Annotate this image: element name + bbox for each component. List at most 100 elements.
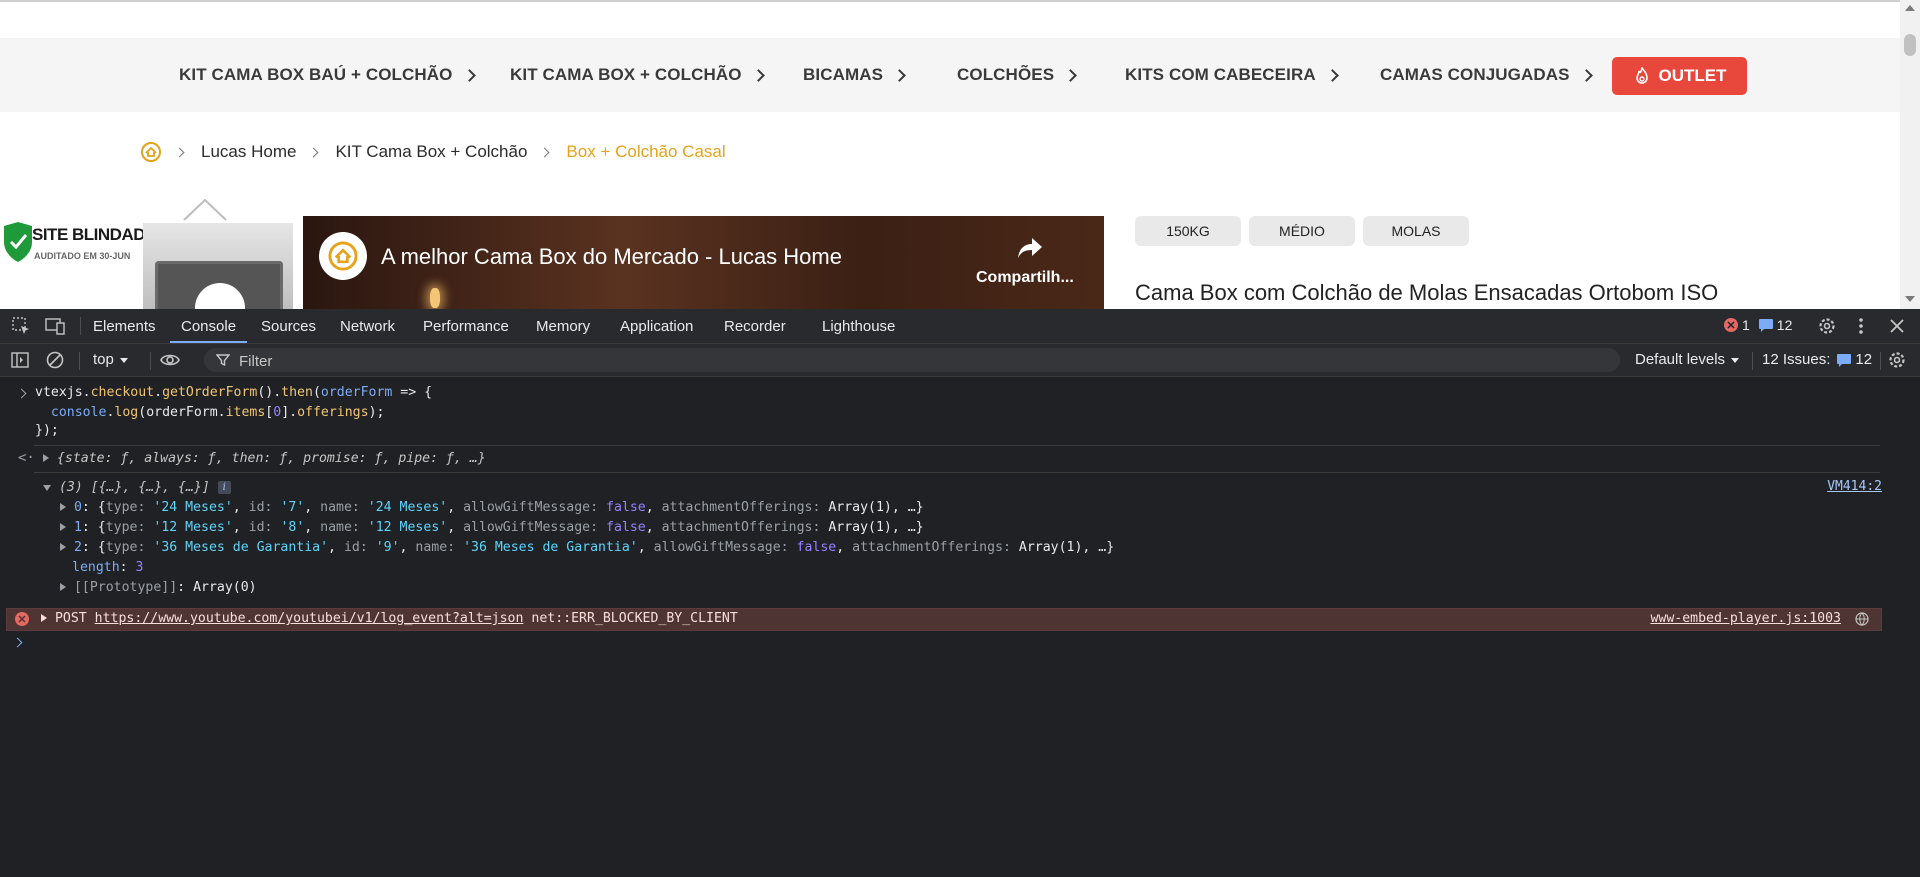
settings-gear-icon[interactable] bbox=[1816, 315, 1838, 337]
tab-console[interactable]: Console bbox=[170, 309, 248, 343]
clear-console-icon[interactable] bbox=[44, 349, 66, 371]
expand-triangle-icon[interactable] bbox=[60, 583, 66, 591]
info-icon[interactable]: i bbox=[217, 480, 231, 494]
outlet-label: OUTLET bbox=[1658, 66, 1727, 85]
expand-triangle-icon[interactable] bbox=[41, 614, 47, 622]
nav-label: BICAMAS bbox=[803, 65, 884, 84]
category-navbar: KIT CAMA BOX BAÚ + COLCHÃO KIT CAMA BOX … bbox=[0, 38, 1900, 112]
array-prototype[interactable]: [[Prototype]]: Array(0) bbox=[60, 580, 1920, 595]
outlet-button[interactable]: OUTLET bbox=[1612, 57, 1747, 95]
array-header-text: (3) [{…}, {…}, {…}] bbox=[58, 480, 210, 495]
chevron-right-icon bbox=[308, 147, 319, 157]
error-text: net::ERR_BLOCKED_BY_CLIENT bbox=[531, 611, 738, 626]
chevron-right-icon bbox=[1579, 68, 1593, 82]
tag-label: MOLAS bbox=[1391, 223, 1441, 239]
video-title[interactable]: A melhor Cama Box do Mercado - Lucas Hom… bbox=[381, 244, 842, 270]
expand-triangle-icon[interactable] bbox=[60, 543, 66, 551]
filter-input[interactable] bbox=[237, 351, 1611, 371]
message-count: 12 bbox=[1776, 317, 1793, 333]
context-label: top bbox=[93, 351, 114, 368]
youtube-video-embed[interactable]: A melhor Cama Box do Mercado - Lucas Hom… bbox=[303, 216, 1104, 309]
console-error-row[interactable]: ✕ POST https://www.youtube.com/youtubei/… bbox=[6, 608, 1882, 631]
video-share-label[interactable]: Compartilh... bbox=[976, 269, 1074, 287]
issues-counter[interactable]: 12 Issues: 12 bbox=[1762, 351, 1872, 368]
console-settings-gear-icon[interactable] bbox=[1886, 349, 1908, 371]
tab-performance[interactable]: Performance bbox=[423, 309, 509, 343]
context-selector[interactable]: top bbox=[93, 351, 128, 368]
tab-sources[interactable]: Sources bbox=[261, 309, 316, 343]
error-icon: ✕ bbox=[1724, 318, 1738, 332]
chevron-right-icon bbox=[539, 147, 550, 157]
nav-item-kit-cama-box-bau[interactable]: KIT CAMA BOX BAÚ + COLCHÃO bbox=[179, 38, 476, 112]
array-length: length: 3 bbox=[72, 560, 144, 575]
console-input-line: console.log(orderForm.items[0].offerings… bbox=[50, 405, 385, 420]
array-item-0[interactable]: 0: {type: '24 Meses', id: '7', name: '24… bbox=[60, 500, 1920, 515]
nav-item-camas-conjugadas[interactable]: CAMAS CONJUGADAS bbox=[1380, 38, 1593, 112]
tab-network[interactable]: Network bbox=[340, 309, 395, 343]
levels-label: Default levels bbox=[1635, 351, 1726, 368]
inspect-element-icon[interactable] bbox=[10, 315, 32, 337]
share-icon[interactable] bbox=[1016, 236, 1044, 260]
channel-avatar[interactable] bbox=[319, 232, 367, 280]
devtools-tab-bar: Elements Console Sources Network Perform… bbox=[0, 309, 1920, 344]
array-item-2[interactable]: 2: {type: '36 Meses de Garantia', id: '9… bbox=[60, 540, 1920, 555]
divider bbox=[150, 352, 151, 370]
chevron-right-icon bbox=[174, 147, 185, 157]
page-scrollbar[interactable] bbox=[1900, 0, 1920, 309]
error-count: 1 bbox=[1742, 317, 1750, 333]
chevron-right-icon bbox=[893, 68, 906, 82]
product-title: Cama Box com Colchão de Molas Ensacadas … bbox=[1135, 280, 1719, 305]
scroll-down-arrow-icon[interactable] bbox=[1905, 296, 1915, 302]
breadcrumb-link-category[interactable]: KIT Cama Box + Colchão bbox=[335, 142, 527, 162]
eye-icon[interactable] bbox=[159, 349, 181, 371]
filter-box bbox=[204, 348, 1620, 372]
tab-memory[interactable]: Memory bbox=[536, 309, 590, 343]
nav-item-bicamas[interactable]: BICAMAS bbox=[803, 38, 906, 112]
breadcrumb-link-home[interactable]: Lucas Home bbox=[201, 142, 296, 162]
tab-lighthouse[interactable]: Lighthouse bbox=[822, 309, 895, 343]
home-icon[interactable] bbox=[140, 141, 162, 163]
nav-item-kit-cama-box[interactable]: KIT CAMA BOX + COLCHÃO bbox=[510, 38, 765, 112]
close-icon[interactable] bbox=[1886, 315, 1908, 337]
console-input-line: vtexjs.checkout.getOrderForm().then(orde… bbox=[35, 385, 433, 400]
console-prompt-icon[interactable] bbox=[12, 637, 23, 648]
nav-label: COLCHÕES bbox=[957, 65, 1055, 84]
more-options-icon[interactable] bbox=[1850, 315, 1872, 337]
console-output[interactable]: vtexjs.checkout.getOrderForm().then(orde… bbox=[0, 377, 1920, 877]
expand-triangle-icon[interactable] bbox=[60, 503, 66, 511]
log-levels-dropdown[interactable]: Default levels bbox=[1635, 351, 1740, 368]
tab-application[interactable]: Application bbox=[620, 309, 693, 343]
nav-label: KIT CAMA BOX BAÚ + COLCHÃO bbox=[179, 65, 453, 84]
tab-elements[interactable]: Elements bbox=[93, 309, 156, 343]
nav-item-colchoes[interactable]: COLCHÕES bbox=[957, 38, 1078, 112]
expand-triangle-icon[interactable] bbox=[60, 523, 66, 531]
network-request-icon[interactable] bbox=[1855, 612, 1869, 626]
divider bbox=[80, 317, 81, 335]
breadcrumb: Lucas Home KIT Cama Box + Colchão Box + … bbox=[140, 140, 726, 164]
error-message-counter[interactable]: ✕ 1 12 bbox=[1724, 317, 1792, 333]
console-toolbar: top Default levels 12 Issues: 12 bbox=[0, 344, 1920, 377]
error-url-link[interactable]: https://www.youtube.com/youtubei/v1/log_… bbox=[95, 611, 524, 626]
array-log-header[interactable]: (3) [{…}, {…}, {…}] i bbox=[43, 480, 1920, 495]
promise-result[interactable]: {state: ƒ, always: ƒ, then: ƒ, promise: … bbox=[43, 451, 1920, 466]
website-viewport: KIT CAMA BOX BAÚ + COLCHÃO KIT CAMA BOX … bbox=[0, 0, 1920, 309]
error-source-link[interactable]: www-embed-player.js:1003 bbox=[1650, 611, 1841, 626]
scroll-up-arrow-icon[interactable] bbox=[1905, 5, 1915, 11]
thumbnail-up-arrow-icon[interactable] bbox=[182, 198, 228, 222]
product-tag: MOLAS bbox=[1363, 216, 1469, 246]
tab-recorder[interactable]: Recorder bbox=[724, 309, 786, 343]
sidebar-toggle-icon[interactable] bbox=[9, 349, 31, 371]
device-toolbar-icon[interactable] bbox=[44, 315, 66, 337]
product-video-thumbnail[interactable] bbox=[143, 223, 293, 309]
source-link[interactable]: VM414:2 bbox=[1827, 479, 1882, 494]
expand-triangle-icon[interactable] bbox=[43, 454, 49, 462]
scrollbar-thumb[interactable] bbox=[1904, 34, 1916, 56]
nav-item-kits-com-cabeceira[interactable]: KITS COM CABECEIRA bbox=[1125, 38, 1339, 112]
tag-label: MÉDIO bbox=[1279, 223, 1325, 239]
divider bbox=[34, 445, 1880, 446]
collapse-triangle-icon[interactable] bbox=[43, 485, 51, 491]
nav-label: KIT CAMA BOX + COLCHÃO bbox=[510, 65, 742, 84]
divider bbox=[79, 352, 80, 370]
issues-count: 12 bbox=[1855, 351, 1873, 368]
array-item-1[interactable]: 1: {type: '12 Meses', id: '8', name: '12… bbox=[60, 520, 1920, 535]
